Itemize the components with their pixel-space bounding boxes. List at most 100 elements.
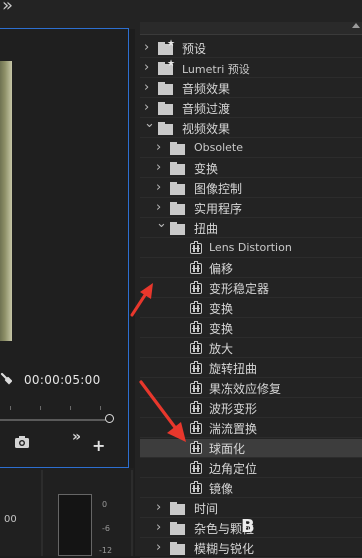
effect-item[interactable]: Lens Distortion xyxy=(140,239,362,258)
annotation-arrow xyxy=(130,283,153,317)
chevron-right-icon[interactable]: › xyxy=(156,160,161,176)
folder-icon xyxy=(170,542,185,555)
divider xyxy=(131,470,133,556)
effect-label: Lens Distortion xyxy=(209,241,292,254)
folder-icon xyxy=(170,202,185,215)
effect-label: 预设 xyxy=(182,42,207,56)
effect-item[interactable]: 变换 xyxy=(140,299,362,318)
divider xyxy=(41,470,43,556)
folder-icon xyxy=(170,522,185,535)
meter-scale-label: 0 xyxy=(102,500,108,509)
chevron-right-icon[interactable]: › xyxy=(144,100,149,116)
chevron-down-icon[interactable]: ⌄ xyxy=(144,116,155,132)
effect-label: 模糊与锐化 xyxy=(194,542,255,556)
effect-label: 波形变形 xyxy=(209,402,258,416)
chevron-right-icon[interactable]: › xyxy=(144,60,149,76)
effect-label: 音频效果 xyxy=(182,82,231,96)
ruler-tick xyxy=(70,406,71,410)
folder-icon xyxy=(158,102,173,115)
effect-folder[interactable]: › Obsolete xyxy=(140,139,362,158)
video-preview xyxy=(0,61,12,341)
effect-label: 视频效果 xyxy=(182,122,231,136)
effect-label: 偏移 xyxy=(209,262,234,276)
effect-label: Obsolete xyxy=(194,141,244,154)
ruler-tick xyxy=(10,406,11,410)
playhead-timecode[interactable]: 00:00:05:00 xyxy=(24,373,101,387)
export-frame-camera-icon[interactable] xyxy=(15,436,29,448)
effect-icon xyxy=(190,381,202,394)
overflow-chevron-icon[interactable]: » xyxy=(2,0,13,16)
effect-label: 变换 xyxy=(209,322,234,336)
chevron-right-icon[interactable]: › xyxy=(156,500,161,516)
effect-label: 实用程序 xyxy=(194,202,243,216)
meter-value: 00 xyxy=(4,514,17,525)
folder-icon xyxy=(158,122,173,135)
preset-folder-icon: ★ xyxy=(158,39,175,55)
chevron-down-icon[interactable]: ⌄ xyxy=(156,216,167,232)
effect-label: 变形稳定器 xyxy=(209,282,270,296)
button-editor-plus-icon[interactable]: + xyxy=(92,436,105,455)
effect-label: 镜像 xyxy=(209,482,234,496)
chevron-right-icon[interactable]: › xyxy=(156,540,161,556)
effect-folder[interactable]: › 音频效果 xyxy=(140,79,362,98)
meter-scale-label: -6 xyxy=(102,524,110,533)
folder-icon xyxy=(170,502,185,515)
effect-icon xyxy=(190,281,202,294)
effect-icon xyxy=(190,481,202,494)
effect-icon xyxy=(190,321,202,334)
effect-icon xyxy=(190,421,202,434)
effect-item[interactable]: 边角定位 xyxy=(140,459,362,478)
effect-folder[interactable]: ⌄ 扭曲 xyxy=(140,216,362,238)
effect-item[interactable]: 变形稳定器 xyxy=(140,279,362,298)
scrub-bar[interactable] xyxy=(0,419,108,421)
effect-label: 湍流置换 xyxy=(209,422,258,436)
effect-folder[interactable]: › 实用程序 xyxy=(140,199,362,218)
controls-overflow-icon[interactable]: » xyxy=(72,429,81,445)
scroll-up-icon[interactable] xyxy=(352,23,360,28)
effect-folder[interactable]: › 变换 xyxy=(140,159,362,178)
folder-icon xyxy=(170,222,185,235)
effect-icon xyxy=(190,441,202,454)
effect-folder[interactable]: › 音频过渡 xyxy=(140,99,362,118)
audio-meter xyxy=(58,494,92,556)
chevron-right-icon[interactable]: › xyxy=(156,200,161,216)
effect-icon xyxy=(190,461,202,474)
chevron-right-icon[interactable]: › xyxy=(156,520,161,536)
chevron-right-icon[interactable]: › xyxy=(144,40,149,56)
effects-panel-header xyxy=(140,22,362,35)
watermark: B xyxy=(241,516,255,537)
effect-icon xyxy=(190,341,202,354)
chevron-right-icon[interactable]: › xyxy=(156,180,161,196)
wrench-icon[interactable] xyxy=(0,372,12,390)
effect-item[interactable]: 变换 xyxy=(140,319,362,338)
effect-icon xyxy=(190,261,202,274)
meter-scale-label: -12 xyxy=(99,546,113,555)
effect-label: 果冻效应修复 xyxy=(209,382,282,396)
folder-icon xyxy=(158,82,173,95)
effect-folder[interactable]: ⌄ 视频效果 xyxy=(140,116,362,138)
effect-folder[interactable]: › ★ 预设 xyxy=(140,39,362,58)
effect-icon xyxy=(190,301,202,314)
effect-folder[interactable]: › 图像控制 xyxy=(140,179,362,198)
folder-icon xyxy=(170,182,185,195)
effect-label: 变换 xyxy=(209,302,234,316)
effect-icon xyxy=(190,241,202,254)
effect-item[interactable]: 旋转扭曲 xyxy=(140,359,362,378)
effect-item[interactable]: 镜像 xyxy=(140,479,362,498)
effect-item[interactable]: 放大 xyxy=(140,339,362,358)
effect-label: 变换 xyxy=(194,162,219,176)
preset-folder-icon: ★ xyxy=(158,59,175,75)
effect-label: 扭曲 xyxy=(194,222,219,236)
chevron-right-icon[interactable]: › xyxy=(156,140,161,156)
scrub-handle[interactable] xyxy=(105,414,114,423)
chevron-right-icon[interactable]: › xyxy=(144,80,149,96)
folder-icon xyxy=(170,142,185,155)
effect-item[interactable]: 偏移 xyxy=(140,259,362,278)
ruler-tick xyxy=(100,406,101,410)
program-monitor xyxy=(0,28,129,468)
effect-icon xyxy=(190,401,202,414)
effect-folder[interactable]: › 模糊与锐化 xyxy=(140,539,362,558)
effect-label: 放大 xyxy=(209,342,234,356)
effect-label: 图像控制 xyxy=(194,182,243,196)
effect-folder[interactable]: › ★ Lumetri 预设 xyxy=(140,59,362,78)
